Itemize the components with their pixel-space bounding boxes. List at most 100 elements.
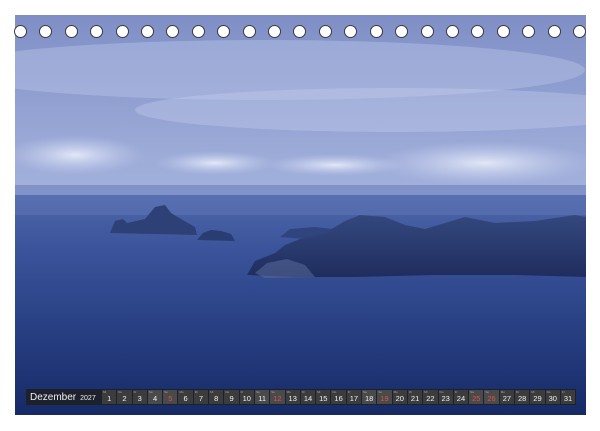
weekday-label: Fr [561,390,565,394]
binding-hole [90,24,104,38]
month-name: Dezember [30,391,77,403]
binding-hole [395,24,409,38]
binding-hole [64,24,78,38]
day-cell: Do 23 [438,390,453,404]
binding-hole [191,24,205,38]
cloud [155,151,275,175]
day-cell: Fr 3 [132,390,147,404]
day-number: 2 [122,394,127,403]
day-number: 17 [349,394,359,403]
day-number: 23 [441,394,450,403]
weekday-label: Sa [255,390,260,394]
day-cell: Do 16 [331,390,346,404]
binding-hole [141,24,155,38]
weekday-label: Mi [424,390,428,394]
month-label: Dezember 2027 [26,392,102,403]
weekday-label: Fr [347,390,351,394]
day-number: 13 [288,394,297,403]
weekday-label: Fr [454,390,458,394]
day-cell: Sa 18 [362,390,377,404]
weekday-label: So [378,390,383,394]
binding-hole [522,24,536,38]
binding-hole [39,24,53,38]
day-number: 15 [319,394,328,403]
weekday-label: Mi [210,390,214,394]
day-cell: So 19 [377,390,392,404]
day-cell: Mi 29 [530,390,545,404]
weekday-label: Mi [531,390,535,394]
binding-hole [547,24,561,38]
calendar-page: Dezember 2027 Mi 1 Do 2 Fr 3 Sa 4 So 5 Mo 6 Di 7 Mi 8 Do… [0,0,600,431]
day-cell: Mo 20 [392,390,407,404]
binding-hole [217,24,231,38]
day-number: 25 [472,394,481,403]
day-cell: Mi 8 [209,390,224,404]
day-number: 12 [273,394,282,403]
month-year: 2027 [80,394,96,402]
weekday-label: Do [439,390,444,394]
day-number: 5 [168,394,173,403]
day-cell: Sa 4 [147,390,163,404]
day-cell: Do 30 [545,390,560,404]
binding-hole [369,24,383,38]
day-cell: Di 28 [515,390,530,404]
weekday-label: Mo [500,390,505,394]
day-cell: Di 7 [193,390,209,404]
day-cell: Sa 25 [469,390,484,404]
day-number: 9 [229,394,234,403]
weekday-label: So [271,390,275,394]
day-cell: Do 2 [117,390,132,404]
day-cell: So 26 [484,390,499,404]
weekday-label: Di [194,390,198,394]
seascape-image [15,15,586,415]
binding-hole [572,24,586,38]
day-cell: Fr 10 [239,390,254,404]
weekday-label: Sa [470,390,474,394]
day-cell: Mi 1 [102,390,117,404]
binding-hole [471,24,485,38]
weekday-label: Di [301,390,305,394]
day-cell: So 5 [163,390,178,404]
day-cell: So 12 [270,390,285,404]
binding-hole [242,24,256,38]
weekday-label: Fr [240,390,244,394]
binding-hole [496,24,510,38]
weekday-label: Di [408,390,412,394]
day-cell: Fr 31 [560,390,576,404]
day-number: 11 [258,394,267,403]
day-number: 10 [242,394,251,403]
binding-hole [344,24,358,38]
weekday-label: Sa [148,390,153,394]
day-number: 26 [487,394,496,403]
day-number: 1 [107,394,112,403]
day-cell: Mo 6 [178,390,193,404]
day-number: 19 [380,394,389,403]
binding-hole [115,24,129,38]
cloud [375,141,586,185]
calendar-strip: Dezember 2027 Mi 1 Do 2 Fr 3 Sa 4 So 5 Mo 6 Di 7 Mi 8 Do… [26,389,576,405]
weekday-label: Mi [103,390,107,394]
binding-hole [420,24,434,38]
haze [15,185,586,215]
day-cell: Mi 22 [423,390,438,404]
day-number: 6 [183,394,188,403]
weekday-label: Di [516,390,519,394]
day-number: 31 [563,394,573,403]
day-number: 27 [502,394,512,403]
binding-hole [445,24,459,38]
weekday-label: Fr [133,390,137,394]
day-cell: Mo 13 [285,390,300,404]
binding-hole [318,24,332,38]
binding-hole [166,24,180,38]
day-cells: Mi 1 Do 2 Fr 3 Sa 4 So 5 Mo 6 Di 7 Mi 8 Do 9 Fr 10 Sa 11 So 12 M… [102,390,576,404]
day-number: 29 [533,394,542,403]
day-number: 4 [152,394,158,403]
day-number: 18 [365,394,374,403]
binding-hole [268,24,282,38]
weekday-label: Do [118,390,123,394]
binding-hole [14,24,27,38]
day-cell: Do 9 [224,390,239,404]
day-number: 22 [426,394,435,403]
weekday-label: Mi [317,390,321,394]
seascape-photo [15,15,586,415]
